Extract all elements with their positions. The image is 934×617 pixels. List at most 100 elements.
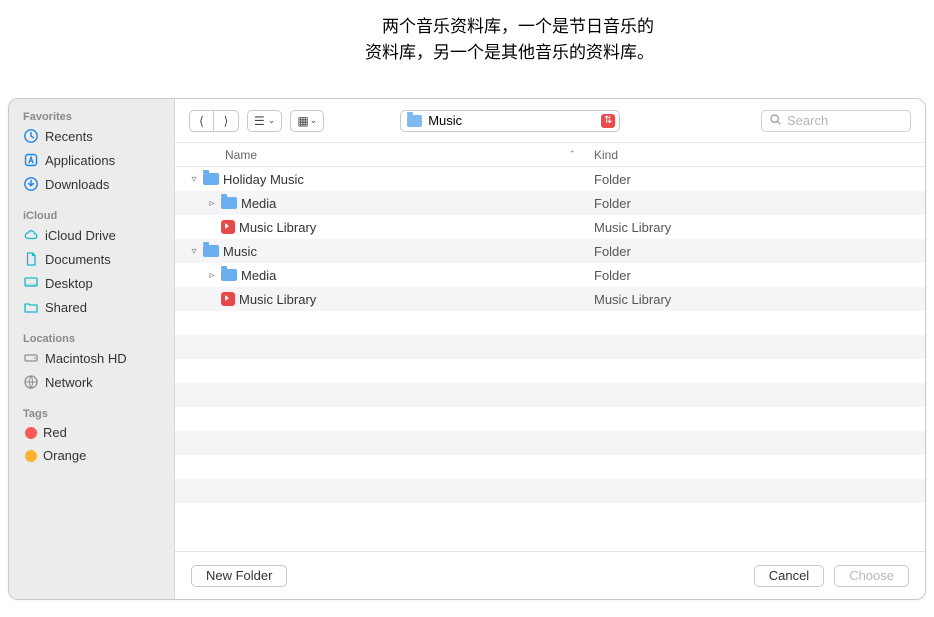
sidebar-item-recents[interactable]: Recents xyxy=(9,124,174,148)
sidebar-item-label: Shared xyxy=(45,300,87,315)
sidebar-item-label: Desktop xyxy=(45,276,93,291)
folder-icon xyxy=(203,173,219,185)
sidebar-header-locations: Locations xyxy=(9,329,174,346)
disk-icon xyxy=(23,350,39,366)
sidebar-item-label: Macintosh HD xyxy=(45,351,127,366)
file-row[interactable]: ▹ Media Folder xyxy=(175,263,925,287)
list-icon: ☰ xyxy=(254,114,265,128)
sidebar-item-label: Orange xyxy=(43,448,86,463)
tag-dot-icon xyxy=(25,427,37,439)
empty-row xyxy=(175,359,925,383)
view-list-button[interactable]: ☰ ⌄ xyxy=(247,110,282,132)
sidebar-item-desktop[interactable]: Desktop xyxy=(9,271,174,295)
search-field[interactable] xyxy=(761,110,911,132)
sidebar-item-shared[interactable]: Shared xyxy=(9,295,174,319)
file-row[interactable]: Music Library Music Library xyxy=(175,215,925,239)
file-name: Music Library xyxy=(239,292,316,307)
file-name: Holiday Music xyxy=(223,172,304,187)
cancel-button[interactable]: Cancel xyxy=(754,565,824,587)
file-kind: Music Library xyxy=(586,292,911,307)
folder-icon xyxy=(203,245,219,257)
network-icon xyxy=(23,374,39,390)
finder-open-dialog: Favorites Recents Applications Downloads… xyxy=(8,98,926,600)
file-row[interactable]: ▹ Media Folder xyxy=(175,191,925,215)
group-by-button[interactable]: ▦ ⌄ xyxy=(290,110,324,132)
empty-row xyxy=(175,479,925,503)
column-headers: Name ⌃ Kind xyxy=(175,143,925,167)
disclosure-triangle-icon[interactable]: ▹ xyxy=(207,270,217,281)
sidebar-header-tags: Tags xyxy=(9,404,174,421)
empty-row xyxy=(175,503,925,527)
sidebar-item-macintosh-hd[interactable]: Macintosh HD xyxy=(9,346,174,370)
empty-row xyxy=(175,407,925,431)
sidebar-item-label: Recents xyxy=(45,129,93,144)
shared-folder-icon xyxy=(23,299,39,315)
file-name: Media xyxy=(241,268,276,283)
choose-button[interactable]: Choose xyxy=(834,565,909,587)
column-header-kind[interactable]: Kind xyxy=(586,148,911,162)
empty-row xyxy=(175,455,925,479)
empty-row xyxy=(175,311,925,335)
sidebar-item-icloud-drive[interactable]: iCloud Drive xyxy=(9,223,174,247)
file-row[interactable]: Music Library Music Library xyxy=(175,287,925,311)
disclosure-triangle-icon[interactable]: ▿ xyxy=(189,174,199,185)
sort-ascending-icon: ⌃ xyxy=(568,149,576,160)
sidebar-item-applications[interactable]: Applications xyxy=(9,148,174,172)
sidebar-item-label: Documents xyxy=(45,252,111,267)
music-library-icon xyxy=(221,292,235,306)
search-input[interactable] xyxy=(787,113,903,128)
annotation-line1: 两个音乐资料库，一个是节日音乐的 xyxy=(0,14,654,40)
tag-dot-icon xyxy=(25,450,37,462)
nav-back-forward[interactable]: ⟨ ⟩ xyxy=(189,110,239,132)
sidebar-tag-red[interactable]: Red xyxy=(9,421,174,444)
disclosure-triangle-icon[interactable]: ▿ xyxy=(189,246,199,257)
sidebar-item-label: Applications xyxy=(45,153,115,168)
file-list: ▿ Holiday Music Folder ▹ Media Folder Music Li… xyxy=(175,167,925,551)
toolbar: ⟨ ⟩ ☰ ⌄ ▦ ⌄ Music ⇅ xyxy=(175,99,925,143)
file-name: Media xyxy=(241,196,276,211)
file-kind: Folder xyxy=(586,172,911,187)
path-selector[interactable]: Music ⇅ xyxy=(400,110,620,132)
sidebar-header-favorites: Favorites xyxy=(9,107,174,124)
dialog-footer: New Folder Cancel Choose xyxy=(175,551,925,599)
annotation-line2: 资料库，另一个是其他音乐的资料库。 xyxy=(0,40,654,66)
chevron-down-icon: ⌄ xyxy=(310,115,318,126)
document-icon xyxy=(23,251,39,267)
file-row[interactable]: ▿ Music Folder xyxy=(175,239,925,263)
dropdown-arrows-icon: ⇅ xyxy=(601,114,615,128)
new-folder-button[interactable]: New Folder xyxy=(191,565,287,587)
search-icon xyxy=(769,113,782,129)
chevron-left-icon[interactable]: ⟨ xyxy=(190,111,214,131)
desktop-icon xyxy=(23,275,39,291)
sidebar-item-documents[interactable]: Documents xyxy=(9,247,174,271)
sidebar-tag-orange[interactable]: Orange xyxy=(9,444,174,467)
empty-row xyxy=(175,383,925,407)
file-kind: Folder xyxy=(586,244,911,259)
file-row[interactable]: ▿ Holiday Music Folder xyxy=(175,167,925,191)
file-name: Music xyxy=(223,244,257,259)
clock-icon xyxy=(23,128,39,144)
sidebar: Favorites Recents Applications Downloads… xyxy=(9,99,175,599)
cloud-icon xyxy=(23,227,39,243)
empty-row xyxy=(175,335,925,359)
file-kind: Folder xyxy=(586,268,911,283)
annotation-callout: 两个音乐资料库，一个是节日音乐的 资料库，另一个是其他音乐的资料库。 xyxy=(0,14,654,65)
sidebar-header-icloud: iCloud xyxy=(9,206,174,223)
column-header-name[interactable]: Name ⌃ xyxy=(189,148,586,162)
chevron-right-icon[interactable]: ⟩ xyxy=(214,111,238,131)
main-panel: ⟨ ⟩ ☰ ⌄ ▦ ⌄ Music ⇅ N xyxy=(175,99,925,599)
file-kind: Music Library xyxy=(586,220,911,235)
grid-icon: ▦ xyxy=(297,114,306,128)
sidebar-item-downloads[interactable]: Downloads xyxy=(9,172,174,196)
file-kind: Folder xyxy=(586,196,911,211)
empty-row xyxy=(175,431,925,455)
folder-icon xyxy=(221,269,237,281)
sidebar-item-label: iCloud Drive xyxy=(45,228,116,243)
sidebar-item-network[interactable]: Network xyxy=(9,370,174,394)
file-name: Music Library xyxy=(239,220,316,235)
disclosure-triangle-icon[interactable]: ▹ xyxy=(207,198,217,209)
chevron-down-icon: ⌄ xyxy=(268,115,276,126)
folder-icon xyxy=(221,197,237,209)
app-icon xyxy=(23,152,39,168)
sidebar-item-label: Downloads xyxy=(45,177,109,192)
